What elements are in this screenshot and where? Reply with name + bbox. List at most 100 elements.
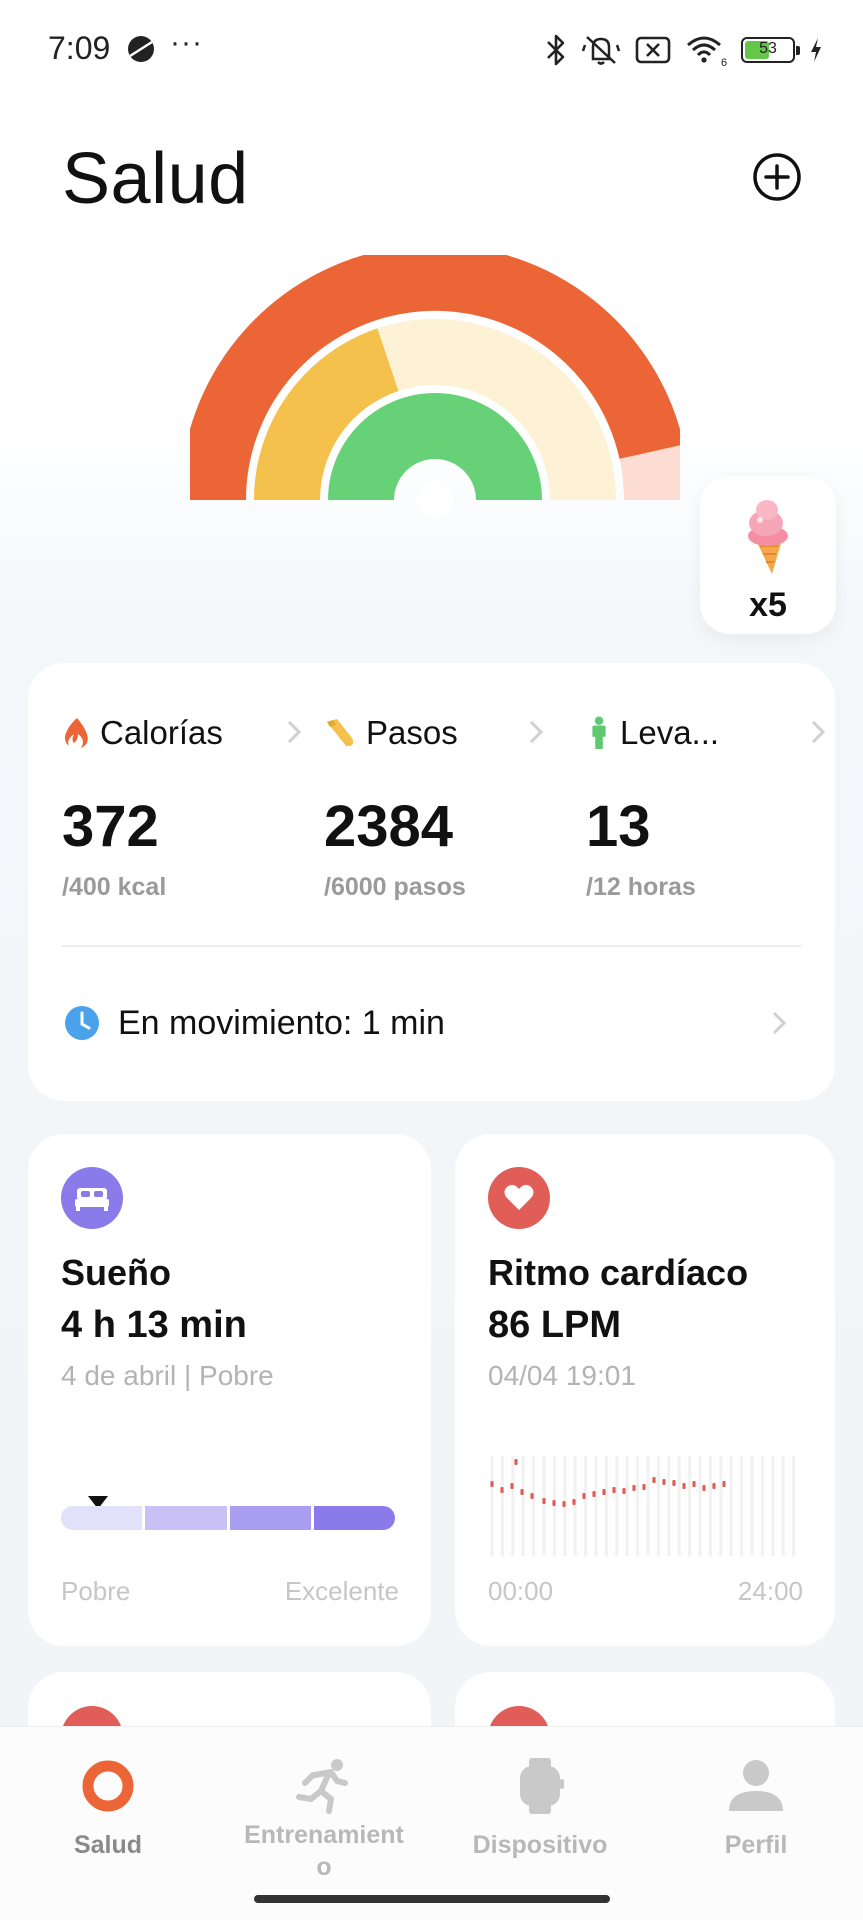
movement-row[interactable]: En movimiento: 1 min (64, 993, 799, 1053)
sleep-quality-bar (61, 1506, 395, 1530)
heart-rate-point (642, 1484, 646, 1490)
heart-rate-point (514, 1459, 518, 1465)
nav-label: Dispositivo (472, 1831, 608, 1859)
heart-rate-point (552, 1500, 556, 1506)
heart-rate-point (722, 1481, 726, 1487)
activity-summary-card: Calorías 372 /400 kcal Pasos 2384 /6000 … (28, 663, 835, 1101)
heart-rate-point (592, 1491, 596, 1497)
battery-indicator: 53 (741, 37, 800, 63)
bottom-navigation: Salud Entrenamient o Dispositivo Perfil (0, 1726, 863, 1920)
metric-label: Pasos (366, 714, 458, 751)
wifi-icon: 6 (687, 36, 727, 67)
sleep-bar-segment (229, 1506, 311, 1530)
planet-icon (128, 36, 154, 62)
chevron-right-icon (529, 720, 544, 744)
home-indicator (254, 1895, 610, 1903)
page-title: Salud (62, 139, 249, 219)
nav-item-salud[interactable]: Salud (18, 1755, 198, 1861)
sleep-bar-segment (145, 1506, 227, 1530)
metric-value: 13 (586, 794, 651, 859)
running-icon (296, 1759, 348, 1814)
metric-value: 372 (62, 794, 159, 859)
sim-none-icon (635, 36, 671, 64)
nav-label: Perfil (724, 1831, 788, 1859)
add-button[interactable] (752, 152, 802, 202)
sleep-bar-segment (313, 1506, 395, 1530)
ice-cream-icon (748, 500, 788, 574)
heart-rate-title: Ritmo cardíaco (488, 1252, 749, 1293)
heart-rate-point (500, 1487, 504, 1493)
chevron-right-icon (811, 720, 826, 744)
metric-steps[interactable]: Pasos 2384 /6000 pasos (324, 713, 564, 901)
heart-rate-point (510, 1483, 514, 1489)
heart-rate-value: 86 LPM (488, 1304, 622, 1346)
heart-rate-point (562, 1501, 566, 1507)
metric-calories[interactable]: Calorías 372 /400 kcal (62, 713, 302, 901)
nav-item-entrenamiento[interactable]: Entrenamient o (234, 1755, 414, 1883)
metric-value: 2384 (324, 794, 454, 859)
heart-rate-point (692, 1481, 696, 1487)
sleep-title: Sueño (61, 1252, 172, 1293)
status-time: 7:09 (48, 30, 111, 66)
heart-rate-point (652, 1477, 656, 1483)
heart-rate-point (702, 1485, 706, 1491)
heart-rate-point (632, 1485, 636, 1491)
heart-rate-point (520, 1489, 524, 1495)
charging-icon (811, 38, 821, 62)
battery-level: 53 (759, 40, 777, 57)
chevron-right-icon (772, 1011, 787, 1035)
heart-rate-point (662, 1479, 666, 1485)
heart-rate-point (672, 1480, 676, 1486)
bed-icon (61, 1167, 123, 1229)
heart-rate-point (572, 1499, 576, 1505)
reward-count: x5 (749, 586, 787, 624)
metric-goal: /12 horas (586, 873, 696, 901)
nav-item-dispositivo[interactable]: Dispositivo (450, 1755, 630, 1861)
movement-text: En movimiento: 1 min (118, 1003, 445, 1042)
health-ring-icon (82, 1760, 134, 1812)
metric-stand[interactable]: Leva... 13 /12 horas (586, 713, 826, 901)
sleep-scale-low: Pobre (61, 1576, 131, 1606)
metric-goal: /400 kcal (62, 873, 167, 901)
divider (62, 945, 801, 947)
flame-icon (65, 718, 88, 748)
sleep-scale-high: Excelente (284, 1576, 399, 1606)
reward-card[interactable]: x5 (700, 476, 836, 634)
metric-label: Leva... (620, 714, 720, 751)
heart-rate-point (602, 1489, 606, 1495)
chevron-right-icon (287, 720, 302, 744)
svg-text:6: 6 (721, 57, 727, 67)
heart-rate-point (542, 1498, 546, 1504)
sleep-value: 4 h 13 min (61, 1304, 247, 1346)
nav-item-perfil[interactable]: Perfil (666, 1755, 846, 1861)
heart-rate-axis-start: 00:00 (488, 1576, 554, 1606)
heart-rate-point (622, 1488, 626, 1494)
heart-rate-point (682, 1483, 686, 1489)
sleep-bar-segment (61, 1506, 143, 1530)
heart-icon (488, 1167, 550, 1229)
metric-label: Calorías (100, 714, 223, 751)
status-bar: 7:09 ··· 6 53 (0, 0, 863, 100)
heart-rate-point (490, 1481, 494, 1487)
bluetooth-icon (547, 34, 565, 66)
watch-icon (520, 1758, 564, 1814)
vibrate-off-icon (581, 36, 621, 65)
sleep-subtitle: 4 de abril | Pobre (61, 1360, 274, 1391)
heart-rate-point (712, 1483, 716, 1489)
heart-rate-card[interactable]: Ritmo cardíaco 86 LPM 04/04 19:01 00:00 … (455, 1134, 835, 1646)
heart-rate-chart (490, 1456, 796, 1556)
activity-rings-gauge[interactable] (190, 255, 680, 645)
person-standing-icon (592, 716, 606, 750)
heart-rate-axis-end: 24:00 (737, 1576, 803, 1606)
status-more-icon: ··· (170, 26, 203, 59)
heart-rate-point (612, 1487, 616, 1493)
shoe-icon (327, 719, 354, 746)
heart-rate-point (582, 1493, 586, 1499)
nav-label: Entrenamient o (244, 1821, 404, 1881)
sleep-card[interactable]: Sueño 4 h 13 min 4 de abril | Pobre Pobr… (28, 1134, 431, 1646)
profile-icon (729, 1760, 783, 1811)
heart-rate-subtitle: 04/04 19:01 (488, 1360, 636, 1391)
clock-icon (65, 1006, 99, 1040)
heart-rate-point (530, 1493, 534, 1499)
nav-label: Salud (73, 1831, 143, 1859)
